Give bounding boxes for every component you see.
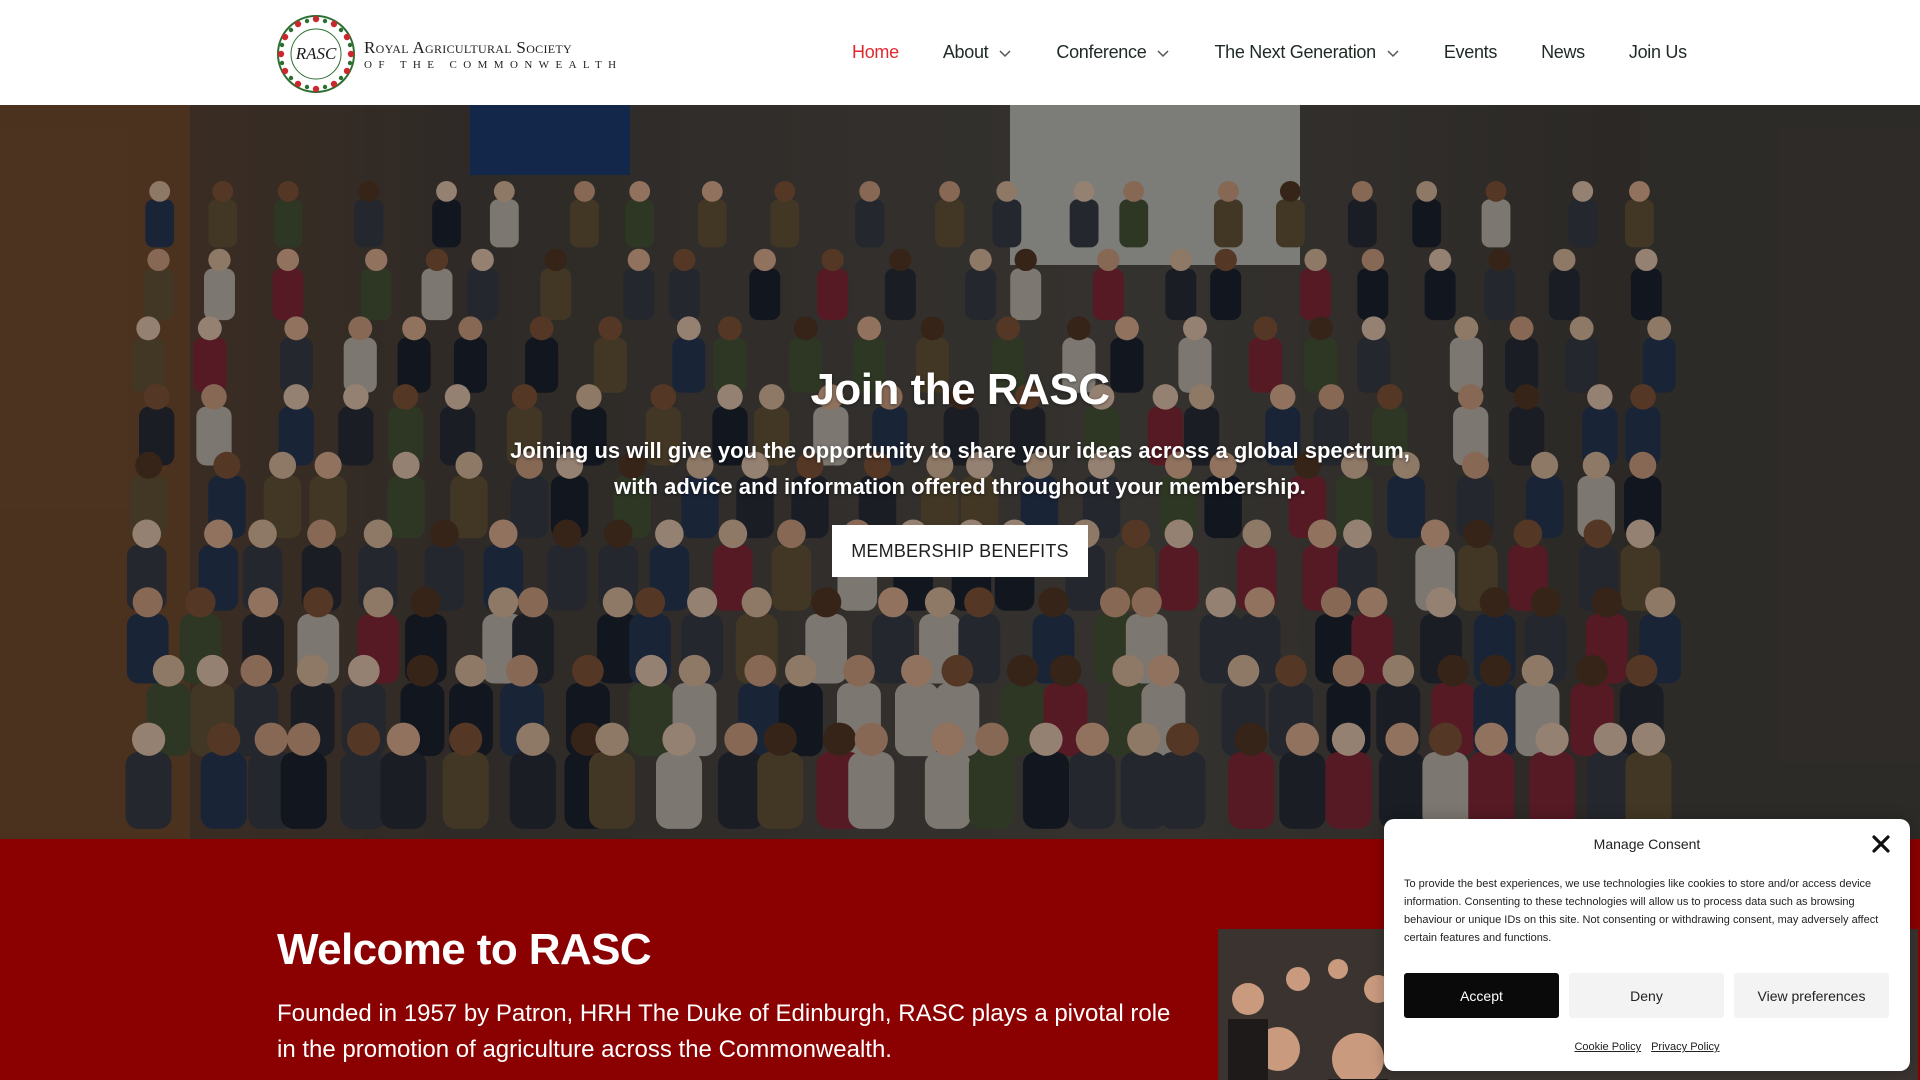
- consent-description: To provide the best experiences, we use …: [1404, 878, 1879, 944]
- consent-title: Manage Consent: [1593, 836, 1701, 852]
- nav-home[interactable]: Home: [852, 42, 899, 63]
- privacy-policy-link[interactable]: Privacy Policy: [1651, 1041, 1719, 1053]
- rasc-seal-icon: RASC: [276, 14, 356, 94]
- nav-next-generation[interactable]: The Next Generation: [1214, 42, 1399, 63]
- close-icon[interactable]: [1870, 833, 1892, 855]
- nav-join-us[interactable]: Join Us: [1629, 42, 1687, 63]
- chevron-down-icon: [1387, 49, 1399, 57]
- cookie-policy-link[interactable]: Cookie Policy: [1574, 1041, 1641, 1053]
- hero-subtitle-line-1: Joining us will give you the opportunity…: [510, 438, 1410, 463]
- nav-about[interactable]: About: [943, 42, 1013, 63]
- main-nav: Home About Conference The Next Generatio…: [852, 0, 1687, 105]
- accept-button[interactable]: Accept: [1404, 973, 1559, 1018]
- chevron-down-icon: [1157, 49, 1169, 57]
- deny-button[interactable]: Deny: [1569, 973, 1724, 1018]
- nav-events-label: Events: [1443, 42, 1498, 62]
- nav-news[interactable]: News: [1541, 42, 1585, 63]
- hero-banner: Join the RASC Joining us will give you t…: [0, 105, 1920, 839]
- nav-conference[interactable]: Conference: [1056, 42, 1170, 63]
- membership-benefits-button[interactable]: MEMBERSHIP BENEFITS: [832, 525, 1088, 577]
- logo-title: Royal Agricultural Society: [364, 37, 572, 57]
- welcome-text: Founded in 1957 by Patron, HRH The Duke …: [277, 1000, 1171, 1063]
- hero-subtitle: Joining us will give you the opportunity…: [0, 433, 1920, 505]
- logo-subtitle: of the Commonwealth: [364, 58, 623, 71]
- cookie-consent-dialog: Manage Consent To provide the best exper…: [1384, 819, 1910, 1071]
- nav-events[interactable]: Events: [1443, 42, 1498, 63]
- svg-text:RASC: RASC: [295, 44, 337, 63]
- hero-title: Join the RASC: [810, 365, 1110, 414]
- nav-next-generation-label: The Next Generation: [1214, 42, 1376, 62]
- chevron-down-icon: [999, 49, 1011, 57]
- hero-subtitle-line-2: with advice and information offered thro…: [614, 474, 1306, 499]
- site-logo[interactable]: RASC Royal Agricultural Society of the C…: [276, 14, 623, 94]
- nav-conference-label: Conference: [1056, 42, 1147, 62]
- nav-home-label: Home: [852, 42, 899, 62]
- welcome-title: Welcome to RASC: [277, 925, 652, 974]
- view-preferences-button[interactable]: View preferences: [1734, 973, 1889, 1018]
- nav-join-us-label: Join Us: [1628, 42, 1687, 62]
- nav-news-label: News: [1541, 42, 1585, 62]
- site-header: RASC Royal Agricultural Society of the C…: [0, 0, 1920, 105]
- nav-about-label: About: [942, 42, 989, 62]
